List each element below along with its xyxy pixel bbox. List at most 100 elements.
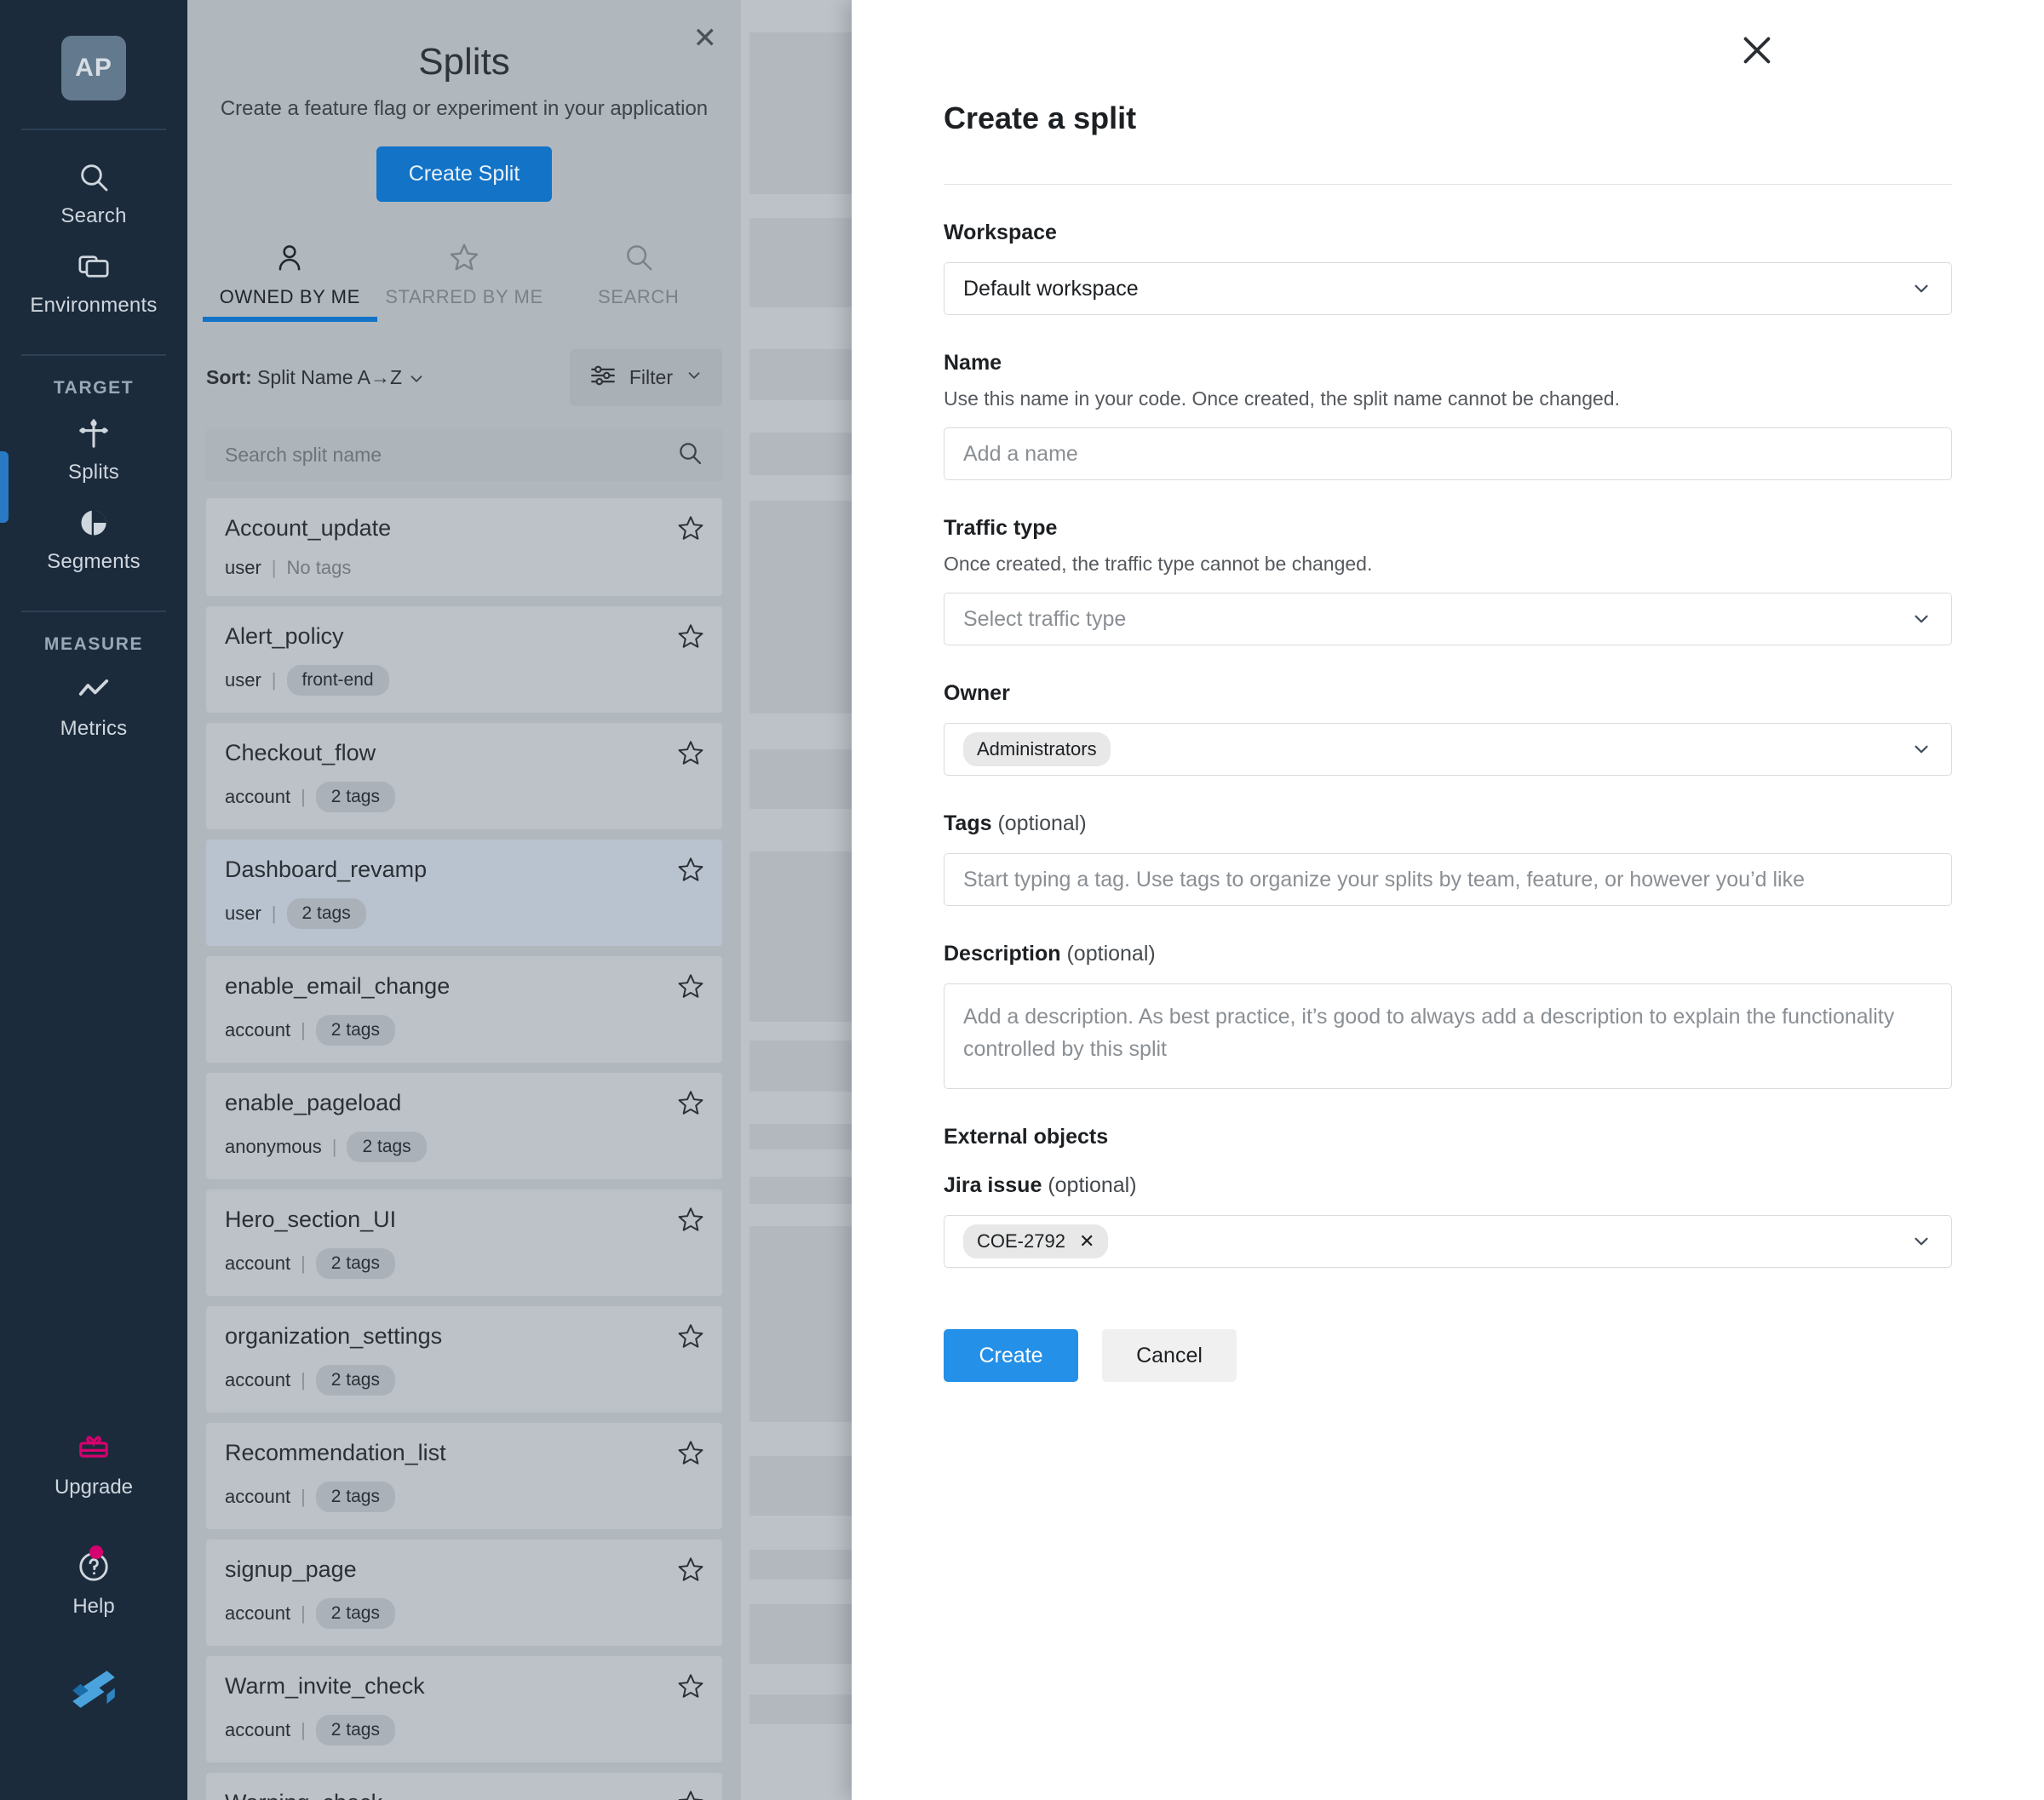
page-subtitle: Create a feature flag or experiment in y… xyxy=(220,97,709,120)
split-tag-badge[interactable]: 2 tags xyxy=(286,898,366,929)
sidebar-divider-1 xyxy=(21,129,166,130)
owner-token[interactable]: Administrators xyxy=(963,732,1111,766)
split-list-item[interactable]: enable_pageload anonymous | 2 tags xyxy=(206,1073,722,1179)
owner-field: Owner Administrators xyxy=(944,681,1952,776)
split-meta: account | 2 tags xyxy=(225,1482,703,1512)
name-help-text: Use this name in your code. Once created… xyxy=(944,387,1620,410)
sidebar-item-label: Segments xyxy=(47,550,141,573)
close-icon[interactable]: ✕ xyxy=(1079,1230,1094,1253)
name-input[interactable]: Add a name xyxy=(944,427,1952,480)
split-meta-separator: | xyxy=(301,1253,306,1274)
split-list-item[interactable]: Alert_policy user | front-end xyxy=(206,606,722,713)
sidebar-item-upgrade[interactable]: Upgrade xyxy=(0,1428,187,1499)
split-tag-badge[interactable]: front-end xyxy=(286,665,389,696)
star-icon[interactable] xyxy=(676,1438,705,1471)
description-label-text: Description xyxy=(944,942,1061,966)
split-tag-badge[interactable]: 2 tags xyxy=(315,1482,395,1512)
split-list-item[interactable]: Hero_section_UI account | 2 tags xyxy=(206,1189,722,1296)
split-list-item[interactable]: enable_email_change account | 2 tags xyxy=(206,956,722,1063)
split-list-item[interactable]: signup_page account | 2 tags xyxy=(206,1539,722,1646)
split-meta-separator: | xyxy=(271,903,277,924)
sidebar-item-metrics[interactable]: Metrics xyxy=(0,660,187,749)
tab-search[interactable]: SEARCH xyxy=(551,241,726,322)
split-list-item[interactable]: Warm_invite_check account | 2 tags xyxy=(206,1656,722,1763)
owner-select[interactable]: Administrators xyxy=(944,723,1952,776)
description-optional-text: (optional) xyxy=(1066,942,1156,966)
filter-button[interactable]: Filter xyxy=(569,349,722,406)
tab-owned-by-me[interactable]: OWNED BY ME xyxy=(203,241,377,322)
split-list-item[interactable]: Recommendation_list account | 2 tags xyxy=(206,1423,722,1529)
sidebar-item-environments[interactable]: Environments xyxy=(0,237,187,326)
chevron-down-icon xyxy=(1910,738,1932,760)
jira-issue-token[interactable]: COE-2792 ✕ xyxy=(963,1224,1109,1258)
sidebar-section-measure: MEASURE xyxy=(43,634,144,654)
avatar[interactable]: AP xyxy=(61,36,126,100)
tags-input[interactable]: Start typing a tag. Use tags to organize… xyxy=(944,853,1952,906)
star-icon[interactable] xyxy=(676,1788,705,1800)
split-tag-badge[interactable]: 2 tags xyxy=(315,1015,395,1046)
star-icon[interactable] xyxy=(676,513,705,547)
star-icon[interactable] xyxy=(676,972,705,1005)
star-icon[interactable] xyxy=(676,622,705,655)
close-icon[interactable]: ✕ xyxy=(693,24,718,53)
split-logo-icon[interactable] xyxy=(67,1663,120,1720)
tab-starred-by-me[interactable]: STARRED BY ME xyxy=(377,241,552,322)
splits-icon xyxy=(74,414,113,453)
split-name: Alert_policy xyxy=(225,623,344,649)
split-meta-separator: | xyxy=(301,1369,306,1390)
description-textarea[interactable]: Add a description. As best practice, it’… xyxy=(944,983,1952,1089)
star-icon[interactable] xyxy=(676,1205,705,1238)
split-tag-badge[interactable]: 2 tags xyxy=(315,782,395,812)
sidebar-item-search[interactable]: Search xyxy=(0,147,187,237)
star-icon[interactable] xyxy=(676,1555,705,1588)
split-list-item[interactable]: organization_settings account | 2 tags xyxy=(206,1306,722,1413)
split-tag-badge[interactable]: 2 tags xyxy=(315,1248,395,1279)
sidebar-item-help[interactable]: Help xyxy=(72,1545,115,1619)
split-list-item[interactable]: Dashboard_revamp user | 2 tags xyxy=(206,840,722,946)
search-icon[interactable] xyxy=(676,439,703,471)
tab-label: OWNED BY ME xyxy=(219,286,360,307)
split-tag-badge[interactable]: 2 tags xyxy=(315,1365,395,1396)
split-list-item[interactable]: Account_update user | No tags xyxy=(206,498,722,596)
chevron-down-icon xyxy=(685,366,703,389)
split-tag-badge[interactable]: 2 tags xyxy=(315,1598,395,1629)
star-icon[interactable] xyxy=(676,855,705,888)
split-meta-separator: | xyxy=(301,1019,306,1040)
cancel-button[interactable]: Cancel xyxy=(1102,1329,1237,1382)
jira-issue-label: Jira issue (optional) xyxy=(944,1173,1952,1198)
split-meta: account | 2 tags xyxy=(225,1015,703,1046)
sidebar-item-label: Splits xyxy=(68,461,119,484)
split-traffic-type: user xyxy=(225,669,261,691)
person-icon xyxy=(273,241,306,278)
create-button[interactable]: Create xyxy=(944,1329,1078,1382)
sort-control[interactable]: Sort: Split Name A→Z xyxy=(206,366,426,389)
sidebar-bottom-group: Upgrade Help xyxy=(0,1428,187,1720)
create-split-button[interactable]: Create Split xyxy=(376,146,553,202)
split-tag-badge[interactable]: 2 tags xyxy=(315,1715,395,1746)
split-traffic-type: account xyxy=(225,1602,291,1624)
sidebar-item-splits[interactable]: Splits xyxy=(0,404,187,493)
description-placeholder: Add a description. As best practice, it’… xyxy=(963,1005,1895,1061)
search-split-input[interactable]: Search split name xyxy=(206,428,722,481)
split-list-item[interactable]: Warning_checkaccount|2 tags xyxy=(206,1773,722,1800)
star-icon[interactable] xyxy=(676,738,705,771)
workspace-select[interactable]: Default workspace xyxy=(944,262,1952,315)
description-label: Description (optional) xyxy=(944,942,1952,966)
tab-label: STARRED BY ME xyxy=(385,286,543,307)
traffic-type-select[interactable]: Select traffic type xyxy=(944,593,1952,645)
sort-prefix: Sort: xyxy=(206,366,252,388)
sidebar-item-segments[interactable]: Segments xyxy=(0,493,187,582)
jira-issue-select[interactable]: COE-2792 ✕ xyxy=(944,1215,1952,1268)
jira-issue-label-text: Jira issue xyxy=(944,1173,1042,1197)
split-traffic-type: account xyxy=(225,1719,291,1740)
star-icon[interactable] xyxy=(676,1671,705,1705)
sidebar-item-label: Environments xyxy=(30,294,158,317)
traffic-type-placeholder: Select traffic type xyxy=(963,606,1127,631)
split-list-item[interactable]: Checkout_flow account | 2 tags xyxy=(206,723,722,829)
split-name: Hero_section_UI xyxy=(225,1207,397,1232)
split-tag-badge[interactable]: 2 tags xyxy=(347,1132,427,1162)
star-icon[interactable] xyxy=(676,1321,705,1355)
star-icon[interactable] xyxy=(676,1088,705,1121)
close-icon[interactable] xyxy=(1737,31,1777,74)
split-traffic-type: account xyxy=(225,786,291,807)
